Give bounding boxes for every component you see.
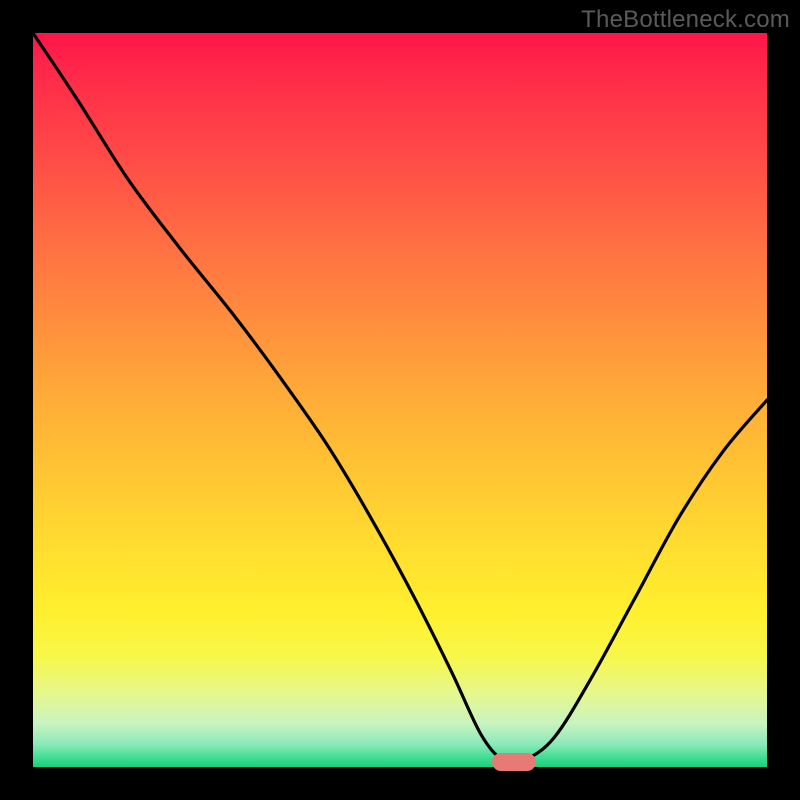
bottleneck-curve [33, 33, 767, 767]
plot-area [33, 33, 767, 767]
chart-frame: TheBottleneck.com [0, 0, 800, 800]
watermark-text: TheBottleneck.com [581, 6, 790, 34]
optimal-marker [492, 753, 536, 771]
curve-path [33, 33, 767, 763]
